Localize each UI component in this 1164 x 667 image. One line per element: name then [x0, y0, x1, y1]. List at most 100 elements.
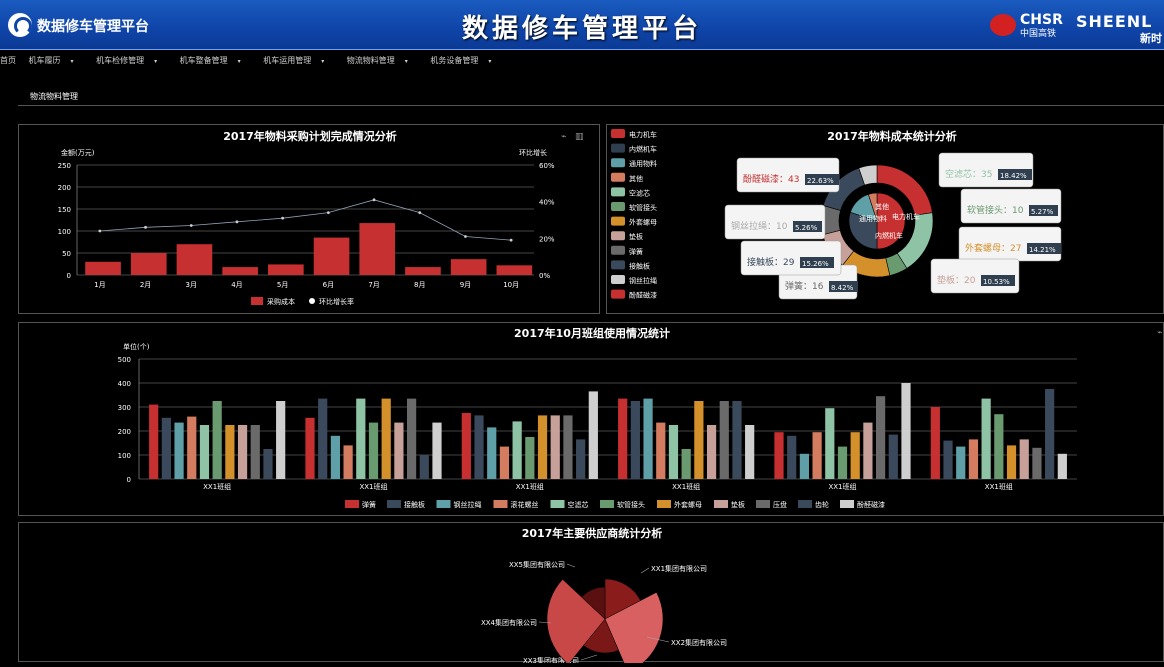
legend-swatch	[309, 298, 315, 304]
bar	[668, 425, 679, 479]
data-label-text: 接触板：29	[747, 256, 795, 268]
legend-swatch	[798, 500, 812, 508]
supplier-pie-chart: 2017年主要供应商统计分析XX1集团有限公司XX2集团有限公司XX3集团有限公…	[481, 526, 727, 667]
bar	[499, 446, 510, 479]
x-tick-label: 4月	[231, 281, 242, 289]
legend-label: 内燃机车	[629, 145, 657, 154]
y-tick-label: 250	[58, 162, 71, 170]
nav-item-locomotive-record[interactable]: 机车履历 ▾	[29, 56, 84, 65]
nav-item-operation[interactable]: 机车运用管理 ▾	[263, 56, 334, 65]
y-tick-label: 0	[67, 272, 71, 280]
data-label-pct: 5.27%	[1031, 208, 1054, 216]
bar	[901, 383, 911, 479]
bar	[405, 267, 441, 275]
legend-label: 外套螺母	[674, 500, 702, 509]
inner-label: 通用物料	[859, 214, 887, 223]
x-tick-label: 7月	[368, 281, 379, 289]
bar	[496, 265, 533, 275]
nav-item-home[interactable]: 首页	[0, 56, 16, 65]
bar	[1032, 447, 1042, 479]
bar	[876, 396, 886, 479]
bar	[432, 422, 442, 479]
legend-label: 钢丝拉绳	[629, 276, 657, 285]
legend-swatch	[611, 245, 625, 255]
legend-swatch	[657, 500, 671, 508]
bar	[706, 425, 717, 479]
legend-label: 垫板	[731, 500, 745, 509]
bar	[263, 449, 273, 479]
data-label-pct: 10.53%	[983, 278, 1010, 286]
nav-item-logistics[interactable]: 物流物料管理 ▾	[347, 56, 418, 65]
procurement-chart-panel: 2017年物料采购计划完成情况分析 金额(万元) 环比增长 0 50 100 150 200 2…	[18, 124, 600, 314]
growth-rate-point	[372, 198, 376, 202]
x-tick-label: XX1班组	[672, 482, 700, 491]
legend-swatch	[611, 216, 625, 226]
x-tick-label: 10月	[503, 281, 519, 289]
x-tick-label: XX1班组	[985, 482, 1013, 491]
bar	[956, 446, 966, 479]
bar	[394, 422, 404, 479]
nav-item-inspection[interactable]: 机车检修管理 ▾	[96, 56, 167, 65]
bar	[888, 434, 898, 479]
bar	[85, 261, 121, 275]
cost-donut-chart: 2017年物料成本统计分析电力机车内燃机车通用物料其他空滤芯软管接头外套螺母垫板…	[611, 129, 1062, 300]
chart-title: 2017年10月班组使用情况统计	[514, 326, 670, 340]
bar	[719, 401, 729, 479]
bar	[812, 432, 822, 479]
y-tick-label: 150	[58, 206, 71, 214]
data-label-pct: 22.63%	[807, 177, 834, 185]
growth-rate-point	[281, 216, 285, 220]
y-tick-label: 300	[118, 404, 131, 412]
label-leader-line	[566, 563, 576, 568]
nav-item-maintenance[interactable]: 机车整备管理 ▾	[180, 56, 251, 65]
label-leader-line	[640, 567, 650, 574]
caret-down-icon: ▾	[237, 58, 241, 65]
y2-tick-label: 60%	[539, 162, 555, 170]
y-axis-label: 金额(万元)	[61, 148, 95, 157]
bar	[237, 425, 248, 479]
bar	[825, 408, 835, 479]
bar	[1006, 445, 1017, 479]
bar	[930, 407, 940, 479]
y-tick-label: 0	[127, 476, 131, 484]
bar	[799, 453, 809, 479]
chart-title: 2017年物料成本统计分析	[827, 129, 957, 143]
bar	[130, 253, 167, 275]
x-tick-label: XX1班组	[516, 482, 544, 491]
bar	[512, 421, 522, 479]
bar	[1045, 389, 1055, 479]
legend-label: 接触板	[404, 500, 425, 509]
legend-label: 齿轮	[815, 500, 829, 509]
nav-item-equipment[interactable]: 机务设备管理 ▾	[430, 56, 501, 65]
growth-rate-point	[235, 220, 239, 224]
data-label-text: 外套螺母：27	[965, 242, 1021, 254]
bar	[588, 391, 598, 479]
bar	[630, 401, 640, 479]
bar	[487, 427, 497, 479]
data-label-text: 垫板：20	[937, 274, 976, 286]
caret-down-icon: ▾	[404, 58, 408, 65]
bar	[981, 398, 991, 479]
legend-label: 电力机车	[629, 130, 657, 139]
bar	[450, 259, 487, 275]
legend-label: 钢丝拉绳	[454, 500, 482, 509]
chsr-logo-icon	[990, 14, 1016, 36]
bar	[330, 435, 340, 479]
sheen-brand-text: SHEENL	[1076, 12, 1153, 31]
bar	[525, 437, 535, 479]
bar	[407, 398, 417, 479]
legend-swatch	[493, 500, 508, 508]
growth-rate-point	[418, 211, 422, 215]
slice-label: XX1集团有限公司	[651, 564, 707, 573]
legend-swatch	[345, 500, 359, 508]
bar	[222, 267, 258, 275]
growth-rate-point	[98, 229, 102, 233]
legend-swatch	[714, 500, 728, 508]
legend-label: 通用物料	[629, 159, 657, 168]
bar	[537, 415, 548, 479]
x-tick-label: 9月	[460, 281, 471, 289]
bar	[419, 455, 429, 479]
data-label-pct: 14.21%	[1029, 246, 1056, 254]
label-leader-line	[580, 654, 598, 661]
legend-swatch	[600, 500, 614, 508]
